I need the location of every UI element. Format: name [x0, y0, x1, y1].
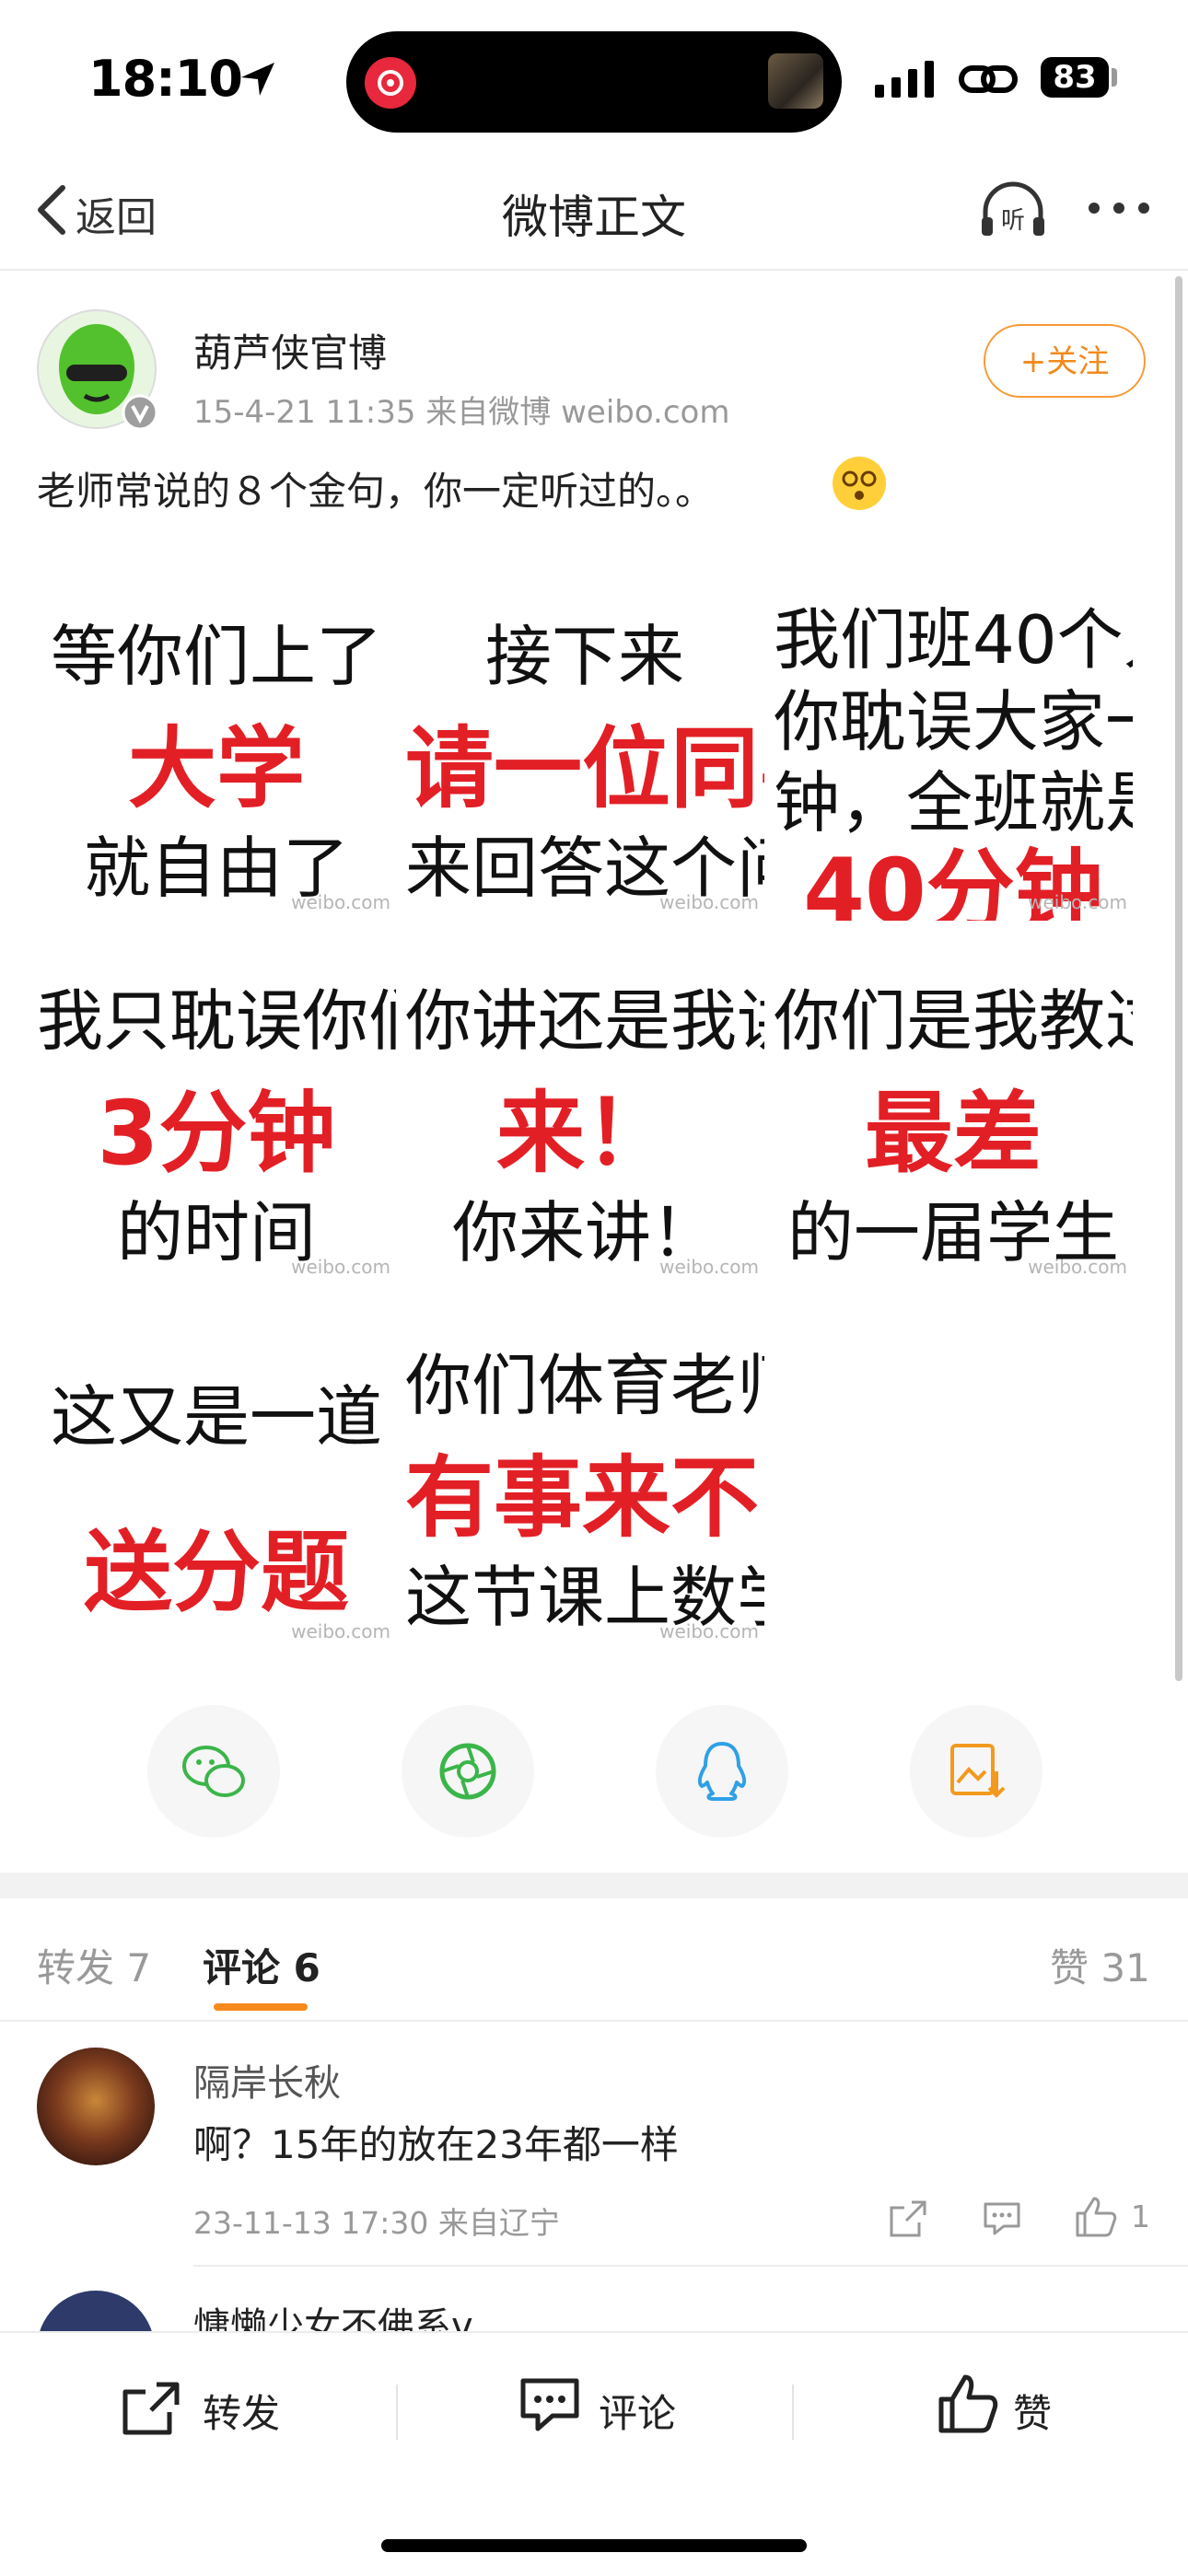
dynamic-island — [346, 31, 842, 133]
link-icon — [959, 65, 1018, 93]
image-caption-line: 最差 — [865, 1082, 1042, 1185]
battery-indicator: 83 — [1041, 57, 1109, 98]
post-image[interactable]: 你讲还是我讲 来！ 你来讲！ weibo.com — [405, 926, 764, 1285]
follow-button[interactable]: +关注 — [984, 324, 1146, 398]
image-watermark: weibo.com — [659, 1620, 759, 1642]
signal-icon — [875, 61, 934, 98]
comment-avatar[interactable] — [37, 2048, 155, 2165]
post-image[interactable]: 接下来请一位同学来回答这个问题weibo.com — [405, 562, 764, 921]
qq-icon — [697, 1742, 747, 1801]
moments-icon — [439, 1743, 496, 1800]
share-moments-button[interactable] — [402, 1705, 534, 1838]
tab-comment[interactable]: 评论 6 — [203, 1937, 320, 1993]
repost-button[interactable]: 转发 — [203, 2383, 280, 2439]
image-caption-line: 这又是一道 — [50, 1378, 382, 1456]
image-caption-line: 来！ — [496, 1082, 673, 1185]
bottom-separator — [792, 2385, 794, 2440]
comment-meta: 23-11-13 17:30 来自辽宁 — [193, 2205, 560, 2241]
svg-text:听: 听 — [1001, 207, 1025, 235]
image-watermark: weibo.com — [291, 1620, 390, 1642]
image-caption-line: 3分钟 — [97, 1082, 336, 1185]
like-icon[interactable] — [936, 2372, 1000, 2436]
image-watermark: weibo.com — [659, 891, 759, 913]
active-tab-underline — [214, 2003, 308, 2011]
image-watermark: weibo.com — [659, 1256, 759, 1278]
save-image-icon — [950, 1744, 1006, 1798]
tab-like[interactable]: 赞 31 — [1050, 1937, 1150, 1993]
post-image[interactable]: 你们是我教过的最差的一届学生weibo.com — [774, 926, 1133, 1285]
listen-headphone-icon[interactable]: 听 — [978, 180, 1048, 239]
comment-reply-icon[interactable] — [982, 2199, 1022, 2239]
battery-tip — [1112, 68, 1117, 87]
nav-divider — [0, 269, 1188, 271]
like-button[interactable]: 赞 — [1013, 2383, 1052, 2439]
image-caption-line: 你们体育老师 — [405, 1347, 764, 1424]
comment-button[interactable]: 评论 — [599, 2383, 676, 2439]
image-caption-line: 送分题 — [84, 1521, 349, 1624]
post-image[interactable]: 你们体育老师有事来不了这节课上数学weibo.com — [405, 1291, 764, 1650]
post-text: 老师常说的８个金句，你一定听过的。。 — [37, 469, 715, 514]
post-meta: 15-4-21 11:35 来自微博 weibo.com — [193, 394, 730, 431]
post-image[interactable]: 我只耽误你们 3分钟 的时间 weibo.com — [37, 926, 396, 1285]
location-arrow-icon — [241, 63, 274, 96]
image-caption-line: 你讲还是我讲 — [405, 982, 764, 1060]
image-caption-line: 我只耽误你们 — [37, 982, 396, 1060]
image-caption-line: 有事来不了 — [405, 1446, 764, 1549]
more-options-icon[interactable] — [1087, 197, 1151, 219]
tab-repost[interactable]: 转发 7 — [37, 1937, 151, 1993]
image-watermark: weibo.com — [1028, 1256, 1127, 1278]
verified-badge-icon — [122, 394, 158, 431]
dizzy-face-emoji-icon — [833, 457, 886, 510]
comment-divider — [193, 2265, 1188, 2267]
image-caption-line: 大学 — [128, 717, 305, 820]
save-image-button[interactable] — [910, 1705, 1042, 1838]
scrollbar[interactable] — [1175, 276, 1182, 1681]
section-separator — [0, 1873, 1188, 1898]
post-image[interactable]: 这又是一道送分题 weibo.com — [37, 1291, 396, 1650]
comment-username[interactable]: 隔岸长秋 — [193, 2053, 341, 2106]
image-watermark: weibo.com — [291, 1256, 390, 1278]
comment-text: 啊？15年的放在23年都一样 — [193, 2122, 679, 2167]
image-caption-line: 你们是我教过的 — [774, 982, 1133, 1060]
album-thumbnail[interactable] — [768, 53, 823, 109]
repost-icon[interactable] — [120, 2379, 184, 2438]
image-watermark: weibo.com — [1028, 891, 1127, 913]
tabs-divider — [0, 2020, 1188, 2022]
share-qq-button[interactable] — [656, 1705, 788, 1838]
comment-like-count: 1 — [1131, 2199, 1150, 2234]
comment-icon[interactable] — [518, 2375, 582, 2436]
image-caption-line: 接下来 — [484, 618, 684, 695]
bottom-separator — [396, 2385, 398, 2440]
post-image[interactable]: 等你们上了 大学 就自由了 weibo.com — [37, 562, 396, 921]
wechat-icon — [182, 1746, 245, 1797]
image-caption-line: 等你们上了 — [50, 618, 382, 695]
author-name[interactable]: 葫芦侠官博 — [193, 322, 387, 378]
image-watermark: weibo.com — [291, 891, 390, 913]
share-wechat-button[interactable] — [147, 1705, 280, 1838]
comment-like-icon[interactable] — [1074, 2195, 1118, 2239]
image-caption-line: 请一位同学 — [405, 717, 764, 820]
status-time: 18:10 — [88, 50, 243, 108]
netease-music-icon[interactable] — [365, 57, 416, 109]
post-image[interactable]: 我们班40个人你耽误大家一分钟，全班就是40分钟weibo.com — [774, 562, 1133, 921]
home-indicator — [381, 2539, 807, 2552]
comment-share-icon[interactable] — [888, 2199, 928, 2239]
